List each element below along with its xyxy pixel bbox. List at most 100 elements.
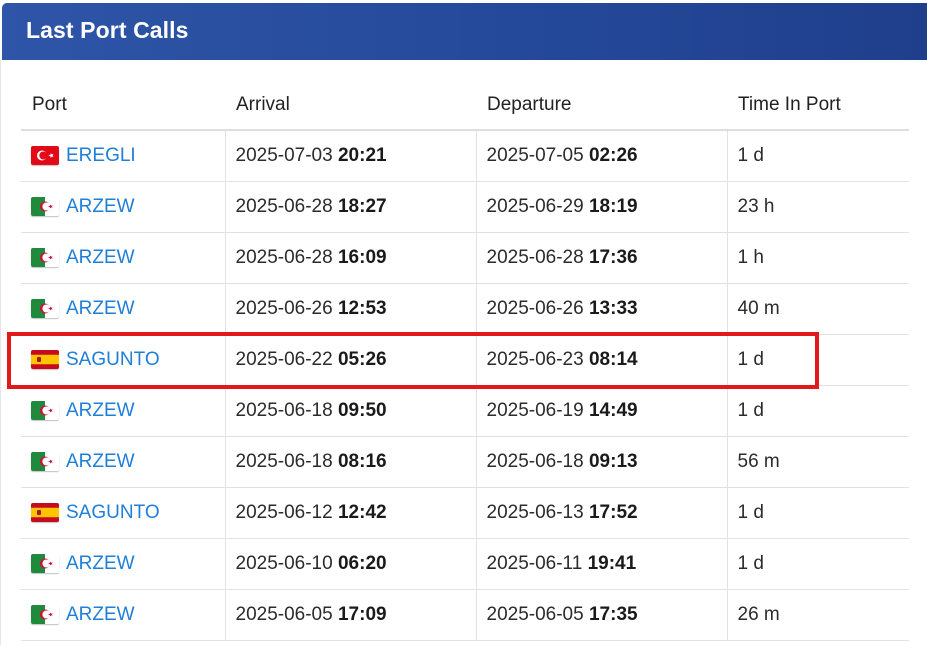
departure-date: 2025-06-19	[486, 399, 584, 421]
departure-time: 17:35	[588, 603, 638, 625]
time-in-port-cell: 1 d	[726, 385, 909, 437]
arrival-cell: 2025-06-28 18:27	[224, 181, 476, 233]
departure-time: 19:41	[587, 552, 637, 574]
port-link[interactable]: SAGUNTO	[66, 502, 160, 524]
time-in-port-cell: 1 d	[726, 334, 909, 386]
port-cell: ARZEW	[21, 436, 225, 488]
algeria-flag-icon	[31, 605, 59, 624]
column-header-time-in-port[interactable]: Time In Port	[727, 80, 909, 131]
port-cell: EREGLI	[21, 130, 225, 182]
panel-left-border	[0, 60, 1, 645]
departure-cell: 2025-06-23 08:14	[475, 334, 727, 386]
departure-cell: 2025-06-13 17:52	[475, 487, 727, 539]
arrival-cell: 2025-07-03 20:21	[224, 130, 476, 182]
table-row: ARZEW 2025-06-28 18:27 2025-06-29 18:19 23 …	[21, 181, 909, 233]
last-port-calls-panel: Last Port Calls Port Arrival Departure T…	[0, 0, 927, 645]
port-link[interactable]: ARZEW	[66, 196, 135, 218]
arrival-date: 2025-06-28	[235, 195, 333, 217]
table-row: ARZEW 2025-06-18 08:16 2025-06-18 09:13 56 …	[21, 436, 909, 488]
arrival-date: 2025-06-22	[235, 348, 333, 370]
arrival-cell: 2025-06-18 09:50	[224, 385, 476, 437]
port-cell: SAGUNTO	[21, 334, 225, 386]
panel-header: Last Port Calls	[2, 3, 927, 60]
port-calls-table: Port Arrival Departure Time In Port EREG…	[21, 80, 909, 641]
departure-cell: 2025-06-29 18:19	[475, 181, 727, 233]
port-cell: ARZEW	[21, 538, 225, 590]
port-link[interactable]: ARZEW	[66, 604, 135, 626]
departure-time: 18:19	[588, 195, 638, 217]
departure-cell: 2025-06-11 19:41	[475, 538, 727, 590]
departure-time: 17:36	[588, 246, 638, 268]
arrival-date: 2025-07-03	[235, 144, 333, 166]
departure-cell: 2025-06-18 09:13	[475, 436, 727, 488]
departure-cell: 2025-06-26 13:33	[475, 283, 727, 335]
port-link[interactable]: SAGUNTO	[66, 349, 160, 371]
arrival-time: 16:09	[337, 246, 387, 268]
arrival-time: 05:26	[337, 348, 387, 370]
port-link[interactable]: ARZEW	[66, 451, 135, 473]
table-row: ARZEW 2025-06-18 09:50 2025-06-19 14:49 1 d	[21, 385, 909, 437]
arrival-cell: 2025-06-26 12:53	[224, 283, 476, 335]
table-row: ARZEW 2025-06-10 06:20 2025-06-11 19:41 1 d	[21, 538, 909, 590]
arrival-date: 2025-06-10	[235, 552, 333, 574]
arrival-time: 18:27	[337, 195, 387, 217]
time-in-port-cell: 1 d	[726, 538, 909, 590]
arrival-cell: 2025-06-10 06:20	[224, 538, 476, 590]
arrival-cell: 2025-06-12 12:42	[224, 487, 476, 539]
algeria-flag-icon	[31, 248, 59, 267]
panel-title: Last Port Calls	[26, 17, 189, 43]
departure-date: 2025-06-13	[486, 501, 584, 523]
port-cell: ARZEW	[21, 385, 225, 437]
time-in-port-cell: 1 d	[726, 487, 909, 539]
time-in-port-cell: 23 h	[726, 181, 909, 233]
algeria-flag-icon	[31, 554, 59, 573]
table-row: ARZEW 2025-06-26 12:53 2025-06-26 13:33 40 …	[21, 283, 909, 335]
algeria-flag-icon	[31, 197, 59, 216]
turkey-flag-icon	[31, 146, 59, 166]
departure-time: 08:14	[588, 348, 638, 370]
arrival-time: 20:21	[337, 144, 387, 166]
port-cell: ARZEW	[21, 283, 225, 335]
arrival-cell: 2025-06-22 05:26	[224, 334, 476, 386]
departure-cell: 2025-06-05 17:35	[475, 589, 727, 641]
departure-date: 2025-06-26	[486, 297, 584, 319]
arrival-date: 2025-06-28	[235, 246, 333, 268]
time-in-port-cell: 40 m	[726, 283, 909, 335]
table-row: ARZEW 2025-06-05 17:09 2025-06-05 17:35 26 …	[21, 589, 909, 641]
departure-date: 2025-06-23	[486, 348, 584, 370]
table-header-row: Port Arrival Departure Time In Port	[21, 80, 909, 131]
column-header-arrival[interactable]: Arrival	[225, 80, 476, 131]
arrival-time: 17:09	[337, 603, 387, 625]
arrival-time: 12:53	[337, 297, 387, 319]
time-in-port-cell: 56 m	[726, 436, 909, 488]
port-link[interactable]: ARZEW	[66, 553, 135, 575]
departure-date: 2025-07-05	[486, 144, 584, 166]
departure-time: 14:49	[588, 399, 638, 421]
port-link[interactable]: ARZEW	[66, 298, 135, 320]
column-header-departure[interactable]: Departure	[476, 80, 727, 131]
port-cell: ARZEW	[21, 589, 225, 641]
departure-time: 13:33	[588, 297, 638, 319]
arrival-cell: 2025-06-05 17:09	[224, 589, 476, 641]
port-link[interactable]: ARZEW	[66, 400, 135, 422]
departure-date: 2025-06-28	[486, 246, 584, 268]
departure-cell: 2025-06-19 14:49	[475, 385, 727, 437]
table-row: SAGUNTO 2025-06-12 12:42 2025-06-13 17:52 1…	[21, 487, 909, 539]
arrival-time: 12:42	[337, 501, 387, 523]
column-header-port[interactable]: Port	[21, 80, 225, 131]
table-row: SAGUNTO 2025-06-22 05:26 2025-06-23 08:14 1…	[21, 334, 909, 386]
algeria-flag-icon	[31, 299, 59, 318]
time-in-port-cell: 26 m	[726, 589, 909, 641]
departure-date: 2025-06-11	[486, 552, 583, 574]
departure-time: 09:13	[588, 450, 638, 472]
port-link[interactable]: EREGLI	[66, 145, 136, 167]
arrival-date: 2025-06-12	[235, 501, 333, 523]
time-in-port-cell: 1 d	[726, 130, 909, 182]
port-link[interactable]: ARZEW	[66, 247, 135, 269]
arrival-date: 2025-06-26	[235, 297, 333, 319]
departure-cell: 2025-06-28 17:36	[475, 232, 727, 284]
time-in-port-cell: 1 h	[726, 232, 909, 284]
port-cell: ARZEW	[21, 232, 225, 284]
departure-time: 02:26	[588, 144, 638, 166]
algeria-flag-icon	[31, 401, 59, 420]
